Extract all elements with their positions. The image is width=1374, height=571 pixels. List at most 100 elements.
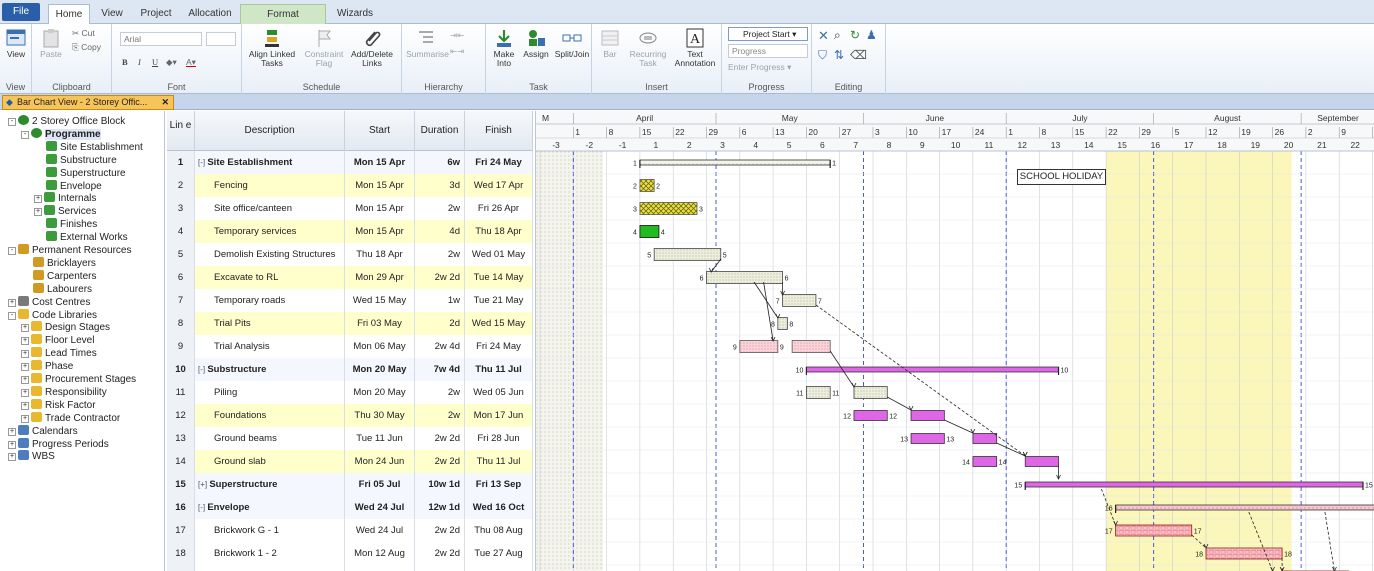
recurring-task-button[interactable]: Recurring Task <box>626 28 670 68</box>
task-bar[interactable] <box>972 433 998 444</box>
find-icon[interactable]: ⌕ <box>834 28 841 43</box>
cell-start[interactable]: Mon 29 Apr <box>345 266 415 289</box>
task-bar[interactable] <box>1024 456 1059 467</box>
cell-duration[interactable]: 4d <box>415 220 465 243</box>
table-row[interactable]: 7 Temporary roads Wed 15 May 1w Tue 21 May <box>167 289 533 312</box>
cell-start[interactable]: Tue 11 Jun <box>345 427 415 450</box>
delete-icon[interactable]: ✕ <box>818 28 829 44</box>
constraint-flag-button[interactable]: Constraint Flag <box>300 28 348 68</box>
cell-duration[interactable]: 2w 2d <box>415 266 465 289</box>
clear-icon[interactable]: ⌫ <box>850 48 867 62</box>
cell-line[interactable]: 17 <box>167 519 195 542</box>
table-row[interactable]: 4 Temporary services Mon 15 Apr 4d Thu 18 Ap… <box>167 220 533 243</box>
task-bar[interactable] <box>777 317 788 330</box>
col-header-start[interactable]: Start <box>345 111 415 151</box>
tab-home[interactable]: Home <box>48 4 90 25</box>
expand-icon[interactable]: + <box>21 363 29 372</box>
split-join-button[interactable]: Split/Join <box>554 28 590 59</box>
cell-duration[interactable]: 2w <box>415 197 465 220</box>
task-bar[interactable] <box>782 294 817 307</box>
cell-start[interactable]: Fri 03 May <box>345 312 415 335</box>
gantt-chart[interactable]: MAprilMayJuneJulyAugustSeptemberOctober1… <box>536 111 1374 571</box>
copy-button[interactable]: ⎘ Copy <box>72 42 101 53</box>
cell-description[interactable]: [-] Substructure <box>195 358 345 381</box>
expand-icon[interactable]: + <box>8 427 16 436</box>
view-button[interactable]: View <box>3 28 29 59</box>
tree-item[interactable]: - 2 Storey Office Block <box>8 115 125 128</box>
filter-icon[interactable]: ⛉ <box>818 48 827 63</box>
cell-description[interactable]: Ground beams <box>195 427 345 450</box>
task-bar[interactable] <box>1115 524 1193 537</box>
task-bar[interactable] <box>706 271 784 284</box>
task-bar[interactable] <box>639 202 698 215</box>
cell-duration[interactable]: 7w 4d <box>415 358 465 381</box>
cell-finish[interactable]: Wed 01 May <box>465 243 533 266</box>
col-header-line[interactable]: Lin e <box>167 111 195 151</box>
align-linked-tasks-button[interactable]: Align Linked Tasks <box>246 28 298 68</box>
close-tab-icon[interactable]: ✕ <box>161 96 169 109</box>
cell-start[interactable]: Fri 05 Jul <box>345 473 415 496</box>
paste-button[interactable]: Paste <box>38 28 64 59</box>
cell-description[interactable]: Ground slab <box>195 450 345 473</box>
cell-start[interactable]: Wed 28 Aug <box>345 565 415 571</box>
tab-project[interactable]: Project <box>136 4 176 24</box>
cell-duration[interactable]: 10w 1d <box>415 473 465 496</box>
cell-start[interactable]: Mon 15 Apr <box>345 174 415 197</box>
tree-item[interactable]: External Works <box>34 231 128 244</box>
tree-item[interactable]: + Design Stages <box>21 321 110 334</box>
table-row[interactable]: 17 Brickwork G - 1 Wed 24 Jul 2w 2d Thu 08 A… <box>167 519 533 542</box>
cell-line[interactable]: 9 <box>167 335 195 358</box>
cut-button[interactable]: ✂ Cut <box>72 28 95 39</box>
progress-select[interactable]: Progress <box>728 44 808 58</box>
table-row[interactable]: 19Brickwork 2 - RWed 28 Aug2wTue 10 Sep <box>167 565 533 571</box>
collapse-icon[interactable]: - <box>8 118 16 126</box>
cell-finish[interactable]: Wed 15 May <box>465 312 533 335</box>
cell-finish[interactable]: Wed 05 Jun <box>465 381 533 404</box>
cell-duration[interactable]: 12w 1d <box>415 496 465 519</box>
col-header-description[interactable]: Description <box>195 111 345 151</box>
tree-item[interactable]: + Trade Contractor <box>21 411 120 425</box>
tree-item[interactable]: + Responsibility <box>21 385 107 399</box>
table-row[interactable]: 2 Fencing Mon 15 Apr 3d Wed 17 Apr <box>167 174 533 197</box>
underline-button[interactable]: U <box>152 57 158 67</box>
task-bar[interactable] <box>972 456 998 467</box>
expand-icon[interactable]: + <box>8 453 16 462</box>
table-row[interactable]: 13 Ground beams Tue 11 Jun 2w 2d Fri 28 Jun <box>167 427 533 450</box>
table-row[interactable]: 8 Trial Pits Fri 03 May 2d Wed 15 May <box>167 312 533 335</box>
cell-description[interactable]: Trial Pits <box>195 312 345 335</box>
tree-item[interactable]: Carpenters <box>21 269 96 283</box>
italic-button[interactable]: I <box>138 57 141 67</box>
cell-description[interactable]: Site office/canteen <box>195 197 345 220</box>
cell-description[interactable]: Fencing <box>195 174 345 197</box>
cell-finish[interactable]: Wed 16 Oct <box>465 496 533 519</box>
task-bar[interactable] <box>791 340 831 353</box>
cell-start[interactable]: Mon 15 Apr <box>345 197 415 220</box>
cell-start[interactable]: Wed 24 Jul <box>345 496 415 519</box>
cell-finish[interactable]: Fri 26 Apr <box>465 197 533 220</box>
cell-duration[interactable]: 6w <box>415 151 465 174</box>
cell-finish[interactable]: Fri 13 Sep <box>465 473 533 496</box>
cell-description[interactable]: Temporary roads <box>195 289 345 312</box>
cell-start[interactable]: Thu 30 May <box>345 404 415 427</box>
task-bar[interactable] <box>1115 504 1374 511</box>
table-row[interactable]: 18 Brickwork 1 - 2 Mon 12 Aug 2w 2d Tue 27 A… <box>167 542 533 565</box>
cell-start[interactable]: Mon 24 Jun <box>345 450 415 473</box>
cell-start[interactable]: Mon 06 May <box>345 335 415 358</box>
font-color-icon[interactable]: A▾ <box>186 57 196 68</box>
cell-line[interactable]: 2 <box>167 174 195 197</box>
table-row[interactable]: 5 Demolish Existing Structures Thu 18 Apr 2… <box>167 243 533 266</box>
tree-item[interactable]: + Internals <box>34 192 96 205</box>
table-row[interactable]: 1 [-] Site Establishment Mon 15 Apr 6w Fri 2… <box>167 151 533 174</box>
cell-description[interactable]: Demolish Existing Structures <box>195 243 345 266</box>
sort-icon[interactable]: ⇅ <box>834 48 844 62</box>
task-bar[interactable] <box>739 340 779 353</box>
tree-item[interactable]: Bricklayers <box>21 256 96 270</box>
table-row[interactable]: 15 [+] Superstructure Fri 05 Jul 10w 1d Fri … <box>167 473 533 496</box>
table-row[interactable]: 9 Trial Analysis Mon 06 May 2w 4d Fri 24 May <box>167 335 533 358</box>
col-header-duration[interactable]: Duration <box>415 111 465 151</box>
tree-item[interactable]: + Progress Periods <box>8 437 109 451</box>
collapse-icon[interactable]: [-] <box>198 503 207 512</box>
cell-duration[interactable]: 2w 2d <box>415 519 465 542</box>
cell-finish[interactable]: Thu 11 Jul <box>465 450 533 473</box>
cell-duration[interactable]: 2w <box>415 243 465 266</box>
